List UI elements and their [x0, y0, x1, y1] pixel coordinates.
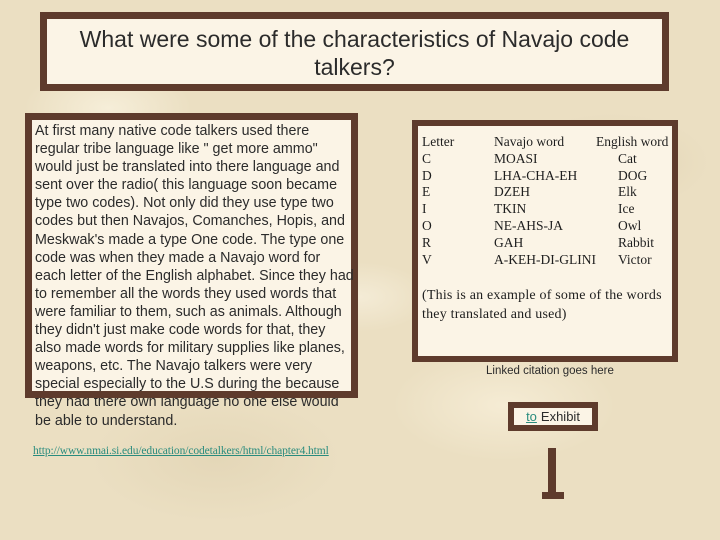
english-word-cell: Elk [617, 184, 637, 200]
english-word-cell: Owl [617, 217, 642, 233]
english-word-cell: Rabbit [617, 234, 654, 250]
letter-cell: E [422, 184, 431, 200]
table-row: I TKIN Ice [422, 201, 668, 218]
letter-cell: D [422, 167, 432, 183]
code-word-table: Letter Navajo word English word C MOASI … [422, 134, 668, 268]
exhibit-sign: to Exhibit [508, 402, 598, 431]
table-row: D LHA-CHA-EH DOG [422, 168, 668, 185]
column-header-letter: Letter [422, 134, 455, 149]
letter-cell: V [422, 251, 432, 267]
letter-cell: O [422, 217, 432, 233]
english-word-cell: Victor [617, 251, 652, 267]
column-header-navajo-word: Navajo word [494, 134, 565, 149]
sign-stand-base [542, 492, 564, 499]
table-row: V A-KEH-DI-GLINI Victor [422, 252, 668, 269]
navajo-word-cell: A-KEH-DI-GLINI [494, 251, 596, 267]
english-word-cell: Cat [617, 150, 637, 166]
navajo-word-cell: LHA-CHA-EH [494, 167, 578, 183]
navajo-word-cell: TKIN [494, 201, 527, 217]
letter-cell: I [422, 201, 427, 217]
page-title: What were some of the characteristics of… [79, 26, 630, 80]
exhibit-label: Exhibit [540, 409, 580, 424]
english-word-cell: Ice [617, 201, 635, 217]
english-word-cell: DOG [617, 167, 648, 183]
to-exhibit-link[interactable]: to [526, 409, 537, 424]
example-note: (This is an example of some of the words… [422, 288, 662, 322]
table-row: R GAH Rabbit [422, 235, 668, 252]
navajo-word-cell: DZEH [494, 184, 530, 200]
source-url-link[interactable]: http://www.nmai.si.edu/education/codetal… [33, 445, 329, 457]
title-box: What were some of the characteristics of… [40, 12, 669, 91]
table-row: O NE-AHS-JA Owl [422, 218, 668, 235]
letter-cell: C [422, 150, 432, 166]
navajo-word-cell: GAH [494, 234, 524, 250]
navajo-word-cell: NE-AHS-JA [494, 217, 563, 233]
column-header-english-word: English word [595, 134, 669, 149]
table-header-row: Letter Navajo word English word [422, 134, 668, 151]
letter-cell: R [422, 234, 432, 250]
table-row: C MOASI Cat [422, 151, 668, 168]
citation-placeholder: Linked citation goes here [486, 365, 614, 377]
sign-stand-pole [548, 448, 556, 494]
body-text: At first many native code talkers used t… [35, 123, 354, 429]
table-row: E DZEH Elk [422, 184, 668, 201]
navajo-word-cell: MOASI [494, 150, 538, 166]
